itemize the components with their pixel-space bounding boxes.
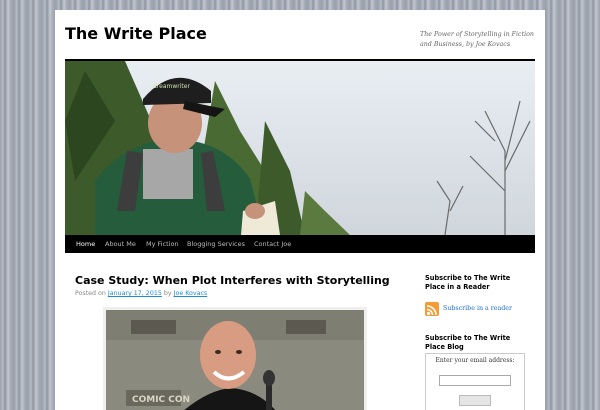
main-navigation: Home About Me My Fiction Blogging Servic… [65, 235, 535, 253]
post-meta-prefix: Posted on [75, 290, 106, 297]
cap-logo-text: dreamwriter [153, 83, 190, 90]
email-subscribe-form: Enter your email address: [425, 353, 525, 410]
post-meta: Posted on January 17, 2015 by Joe Kovacs [75, 290, 207, 297]
email-label: Enter your email address: [435, 357, 515, 364]
nav-item-home[interactable]: Home [76, 235, 95, 253]
site-title[interactable]: The Write Place [65, 24, 207, 43]
post-meta-by: by [163, 290, 172, 297]
sidebar-heading-reader: Subscribe to The Write Place in a Reader [425, 274, 511, 291]
rss-icon[interactable] [425, 302, 439, 316]
email-field[interactable] [439, 375, 511, 386]
nav-item-about-me[interactable]: About Me [105, 235, 136, 253]
post-author-link[interactable]: Joe Kovacs [174, 290, 208, 297]
nav-item-contact-joe[interactable]: Contact Joe [254, 235, 291, 253]
site-description: The Power of Storytelling in Fiction and… [420, 31, 534, 48]
nav-item-my-fiction[interactable]: My Fiction [146, 235, 179, 253]
post-date-link[interactable]: January 17, 2015 [108, 290, 162, 297]
sidebar-heading-blog: Subscribe to The Write Place Blog [425, 334, 511, 351]
nav-item-blogging-services[interactable]: Blogging Services [187, 235, 245, 253]
post-title-link[interactable]: Case Study: When Plot Interferes with St… [75, 274, 390, 287]
page-wrapper: The Write Place The Power of Storytellin… [55, 10, 545, 410]
subscribe-button[interactable] [459, 395, 491, 406]
subscribe-in-reader-link[interactable]: Subscribe in a reader [443, 305, 512, 312]
post-image[interactable]: COMIC CON [106, 310, 364, 410]
header-banner-image: dreamwriter [65, 61, 535, 235]
backdrop-logo-text: COMIC CON [132, 395, 190, 405]
post-image-frame: COMIC CON [103, 307, 367, 410]
